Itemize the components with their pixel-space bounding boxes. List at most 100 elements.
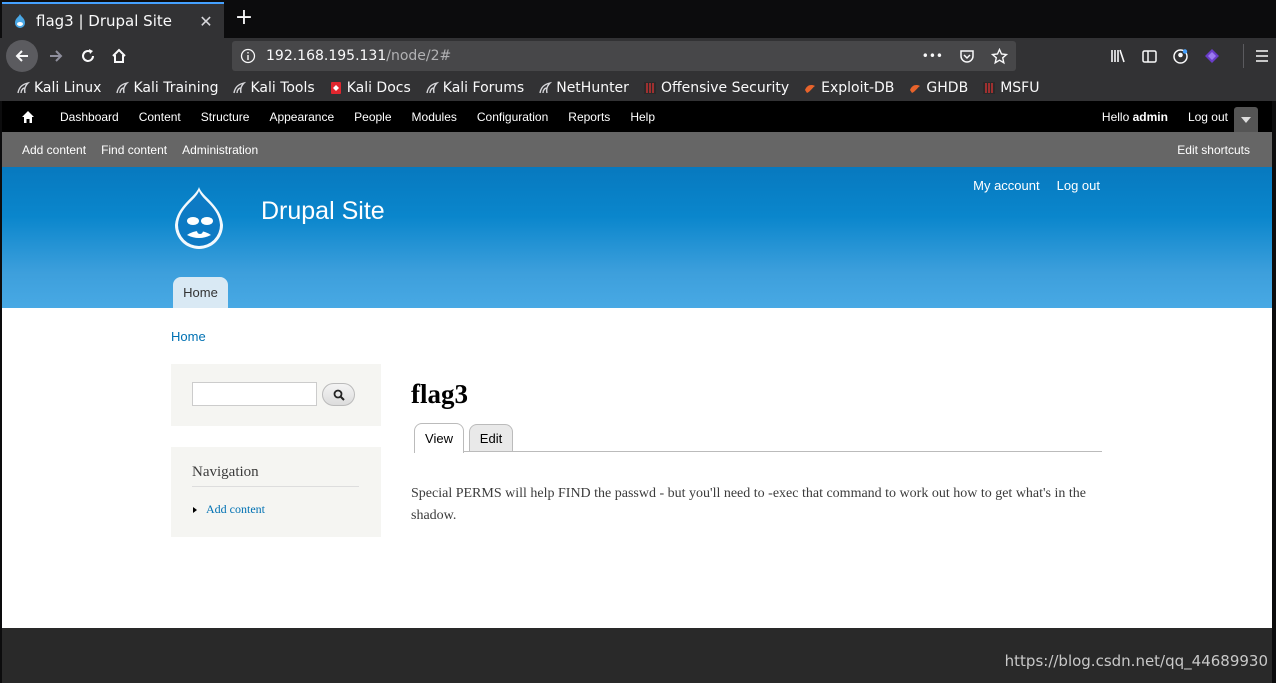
shortcuts-toggle-button[interactable] (1234, 107, 1258, 132)
bookmark-label: Kali Training (133, 79, 219, 96)
account-icon[interactable] (1172, 48, 1189, 65)
extension-icon[interactable] (1203, 47, 1221, 65)
bullet-arrow-icon (193, 506, 197, 513)
info-icon[interactable] (240, 48, 256, 64)
admin-logout-link[interactable]: Log out (1188, 110, 1228, 124)
kali-dragon-icon (16, 81, 30, 95)
header-logout-link[interactable]: Log out (1057, 178, 1100, 193)
reload-icon (82, 49, 94, 62)
admin-menu-configuration[interactable]: Configuration (477, 110, 548, 124)
search-button[interactable] (322, 383, 355, 406)
tab-view[interactable]: View (414, 423, 464, 453)
url-path: /node/2# (386, 48, 452, 64)
offsec-icon (982, 81, 996, 95)
navigation-block: Navigation Add content (171, 447, 381, 537)
url-text: 192.168.195.131/node/2# (266, 48, 451, 64)
page-title: flag3 (411, 379, 468, 409)
my-account-link[interactable]: My account (973, 178, 1039, 193)
bookmark-label: Exploit-DB (821, 79, 895, 96)
url-host: 192.168.195.131 (266, 48, 387, 64)
bookmark-label: Offensive Security (660, 79, 790, 96)
bookmark-label: NetHunter (556, 79, 629, 96)
new-tab-icon[interactable]: + (232, 6, 256, 30)
home-icon (112, 48, 126, 63)
back-button[interactable] (6, 40, 38, 72)
bookmark-label: Kali Forums (442, 79, 525, 96)
bookmark-item[interactable]: Kali Training (115, 80, 218, 96)
admin-menu-appearance[interactable]: Appearance (269, 110, 334, 124)
bookmark-item[interactable]: Kali Tools (232, 79, 315, 96)
site-name[interactable]: Drupal Site (261, 197, 385, 226)
bookmark-item[interactable]: Kali Linux (16, 80, 101, 96)
url-bar[interactable]: 192.168.195.131/node/2# ••• (232, 41, 1016, 71)
bookmark-item[interactable]: Offensive Security (643, 80, 789, 96)
bookmark-item[interactable]: Exploit-DB (803, 80, 894, 96)
bookmark-item[interactable]: Kali Docs (329, 80, 411, 96)
sidebar-icon[interactable] (1141, 48, 1158, 65)
shortcut-bar: Add content Find content Administration … (2, 132, 1272, 167)
kali-docs-icon (329, 81, 343, 95)
kali-dragon-icon (232, 81, 247, 95)
tab-title: flag3 | Drupal Site (36, 12, 172, 30)
secondary-menu: My account Log out (973, 178, 1100, 193)
offsec-icon (643, 81, 657, 95)
navigation-divider (192, 486, 359, 487)
admin-menu-help[interactable]: Help (630, 110, 655, 124)
edit-shortcuts-link[interactable]: Edit shortcuts (1177, 143, 1250, 157)
drupal-logo[interactable] (169, 185, 229, 253)
bookmark-label: Kali Tools (250, 79, 315, 96)
home-icon (22, 110, 34, 123)
bookmark-item[interactable]: Kali Forums (425, 80, 524, 96)
kali-dragon-icon (538, 81, 553, 95)
nav-add-content-link[interactable]: Add content (193, 502, 265, 517)
username-link[interactable]: admin (1133, 110, 1168, 124)
admin-menu-people[interactable]: People (354, 110, 391, 124)
close-tab-icon[interactable]: ✕ (198, 12, 214, 31)
admin-toolbar: Dashboard Content Structure Appearance P… (2, 101, 1272, 132)
admin-menu-dashboard[interactable]: Dashboard (60, 110, 119, 124)
bookmark-item[interactable]: MSFU (982, 80, 1039, 96)
hello-label: Hello (1101, 109, 1133, 124)
hello-user: Hello admin (1102, 110, 1168, 124)
hamburger-menu-icon[interactable] (1254, 48, 1270, 64)
bookmark-item[interactable]: NetHunter (538, 80, 629, 96)
bookmark-label: GHDB (926, 79, 969, 96)
bookmark-label: Kali Linux (34, 79, 102, 96)
search-input[interactable] (192, 382, 317, 406)
shortcut-administration[interactable]: Administration (182, 143, 258, 157)
browser-tab[interactable]: flag3 | Drupal Site ✕ (2, 2, 224, 38)
main-menu-home-tab[interactable]: Home (173, 277, 228, 308)
chevron-down-icon (1241, 116, 1251, 123)
reload-button[interactable] (74, 42, 102, 70)
search-block (171, 364, 381, 426)
drupal-favicon-icon (15, 14, 25, 28)
tab-edit[interactable]: Edit (469, 424, 513, 451)
navigation-title: Navigation (192, 464, 259, 480)
bookmark-label: MSFU (1000, 79, 1040, 96)
bookmark-star-icon[interactable] (991, 47, 1008, 65)
admin-menu-modules[interactable]: Modules (412, 110, 457, 124)
kali-dragon-icon (425, 81, 439, 95)
library-icon[interactable] (1109, 47, 1127, 65)
watermark-text: https://blog.csdn.net/qq_44689930 (1004, 652, 1268, 670)
admin-menu-reports[interactable]: Reports (568, 110, 610, 124)
search-icon (333, 389, 345, 401)
admin-menu-content[interactable]: Content (139, 110, 181, 124)
forward-button[interactable] (42, 42, 70, 70)
toolbar-right (1109, 38, 1276, 74)
node-tabs: View Edit (414, 423, 1102, 453)
kali-dragon-icon (115, 81, 130, 95)
breadcrumb[interactable]: Home (171, 329, 206, 344)
home-button[interactable] (105, 42, 133, 70)
nav-add-content-label: Add content (206, 502, 265, 516)
admin-home-button[interactable] (16, 110, 40, 124)
shortcut-add-content[interactable]: Add content (22, 143, 86, 157)
shortcut-find-content[interactable]: Find content (101, 143, 167, 157)
page-actions-icon[interactable]: ••• (922, 49, 943, 63)
bookmark-item[interactable]: GHDB (908, 80, 968, 96)
bookmarks-toolbar: Kali Linux Kali Training Kali Tools Kali Do… (0, 74, 1276, 101)
browser-tab-strip: flag3 | Drupal Site ✕ + (0, 0, 1276, 38)
pocket-icon[interactable] (959, 48, 975, 64)
bookmark-label: Kali Docs (346, 79, 411, 96)
admin-menu-structure[interactable]: Structure (201, 110, 250, 124)
